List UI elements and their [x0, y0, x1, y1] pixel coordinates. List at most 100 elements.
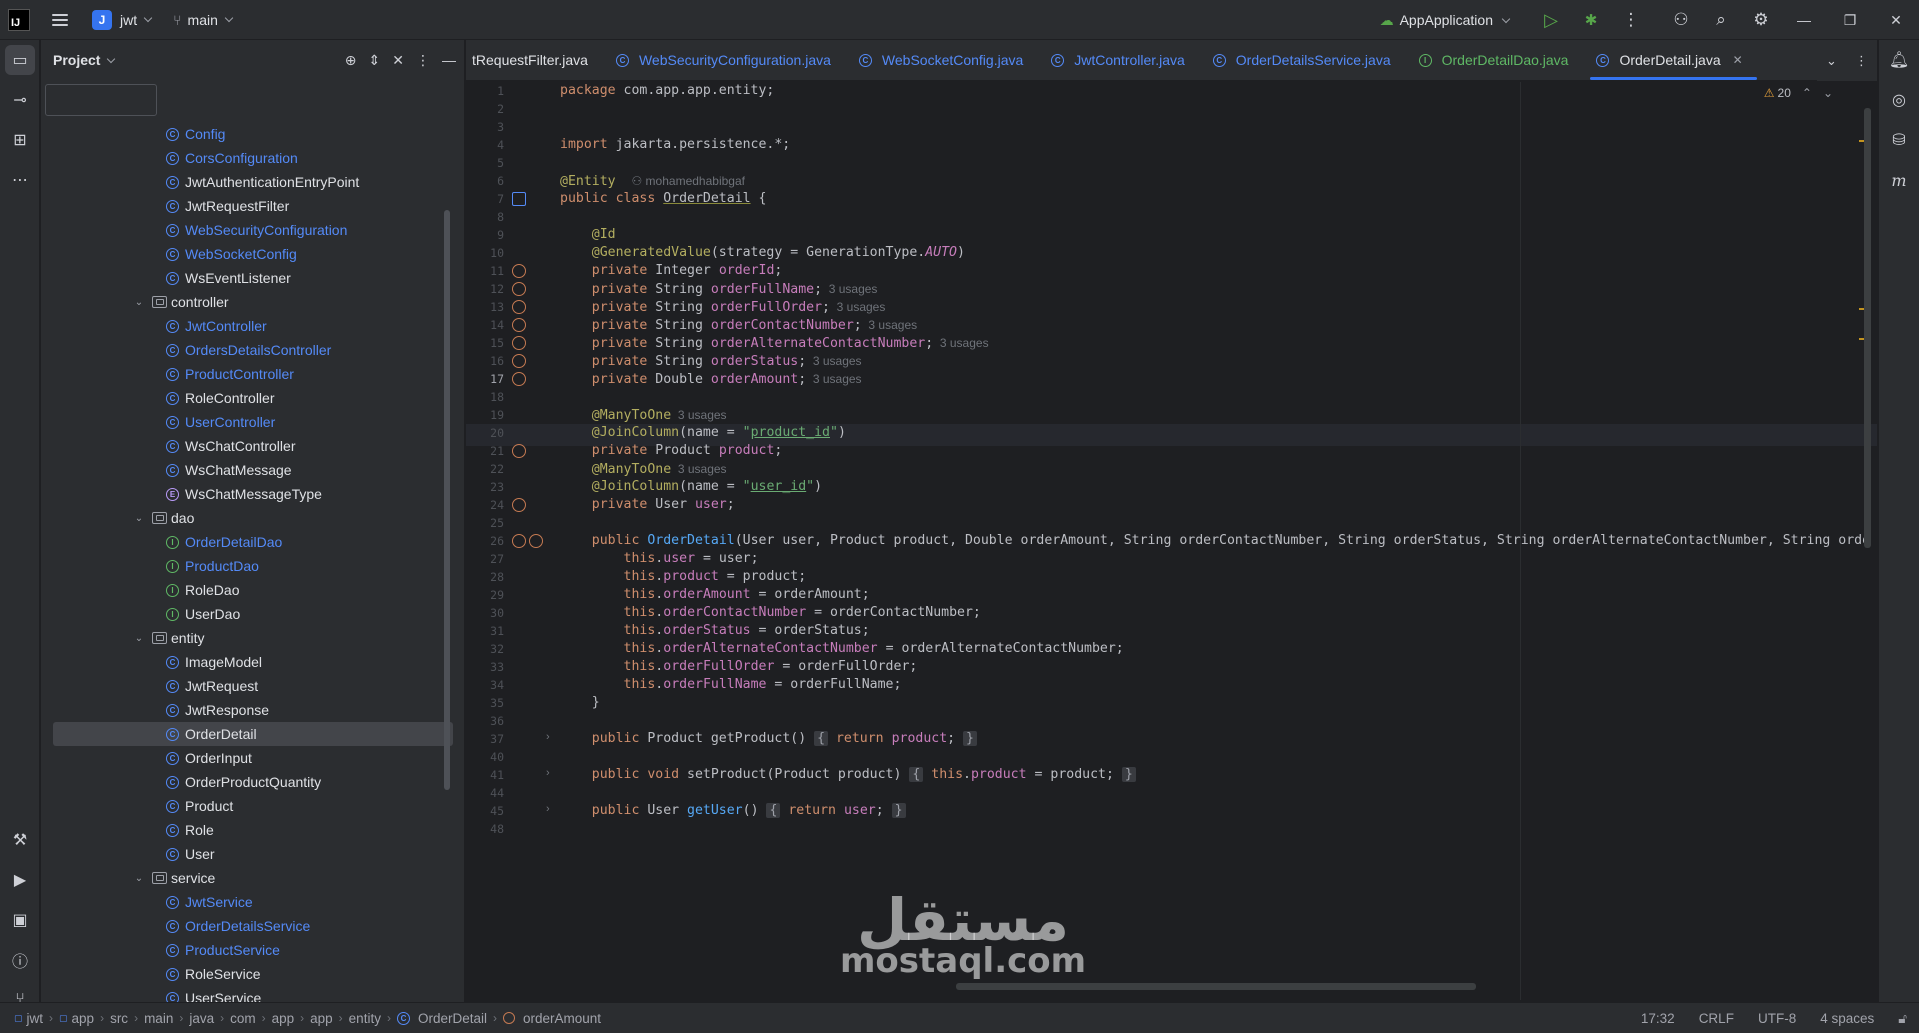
read-only-lock-icon[interactable]: 🔓︎	[1886, 1011, 1919, 1027]
collapse-all-icon[interactable]: ✕	[392, 52, 404, 69]
tree-file[interactable]: C JwtResponse	[41, 698, 465, 722]
persistent-field-icon[interactable]	[512, 354, 526, 368]
caret-position[interactable]: 17:32	[1629, 1011, 1687, 1026]
tab-options-icon[interactable]: ⋮	[1855, 53, 1868, 69]
chevron-down-icon[interactable]: ⌄	[133, 633, 145, 644]
close-window-icon[interactable]: ✕	[1873, 0, 1919, 40]
code-line[interactable]: private Double orderAmount; 3 usages	[560, 368, 862, 390]
tree-file[interactable]: C JwtRequestFilter	[41, 194, 465, 218]
tree-file[interactable]: C OrdersDetailsController	[41, 338, 465, 362]
code-line[interactable]: public Product getProduct() { return pro…	[560, 728, 977, 750]
tree-file[interactable]: C JwtAuthenticationEntryPoint	[41, 170, 465, 194]
relationship-icon[interactable]	[512, 534, 526, 548]
chevron-down-icon[interactable]: ⌄	[133, 297, 145, 308]
editor-tab[interactable]: C OrderDetailsService.java	[1203, 40, 1409, 80]
breadcrumb-item[interactable]: app	[304, 1011, 339, 1026]
editor-tab[interactable]: C WebSecurityConfiguration.java	[606, 40, 849, 80]
tree-file[interactable]: C JwtService	[41, 890, 465, 914]
breadcrumb-item[interactable]: ▢ jwt	[8, 1011, 49, 1026]
tree-folder[interactable]: ⌄ controller	[41, 290, 465, 314]
code-line[interactable]: import jakarta.persistence.*;	[560, 134, 790, 156]
persistent-field-icon[interactable]	[512, 264, 526, 278]
chevron-down-icon[interactable]: ⌄	[133, 513, 145, 524]
persistent-field-icon[interactable]	[512, 372, 526, 386]
tree-file[interactable]: C OrderProductQuantity	[41, 770, 465, 794]
constructor-binding-icon[interactable]	[529, 534, 543, 548]
locate-file-icon[interactable]: ⊕	[345, 52, 357, 69]
more-actions-icon[interactable]: ⋮	[1611, 0, 1651, 40]
tree-file[interactable]: C User	[41, 842, 465, 866]
tree-file[interactable]: C WsChatMessage	[41, 458, 465, 482]
code-line[interactable]: public User getUser() { return user; }	[560, 800, 906, 822]
tree-file[interactable]: C JwtRequest	[41, 674, 465, 698]
breadcrumb-item[interactable]: src	[104, 1011, 134, 1026]
commit-icon[interactable]: ⊸	[0, 80, 40, 120]
breadcrumb-item[interactable]: main	[138, 1011, 179, 1026]
branch-selector[interactable]: main	[188, 12, 234, 28]
line-number[interactable]: 48	[466, 818, 504, 840]
tab-list-chevron-icon[interactable]: ⌄	[1826, 53, 1837, 69]
tree-folder[interactable]: ⌄ entity	[41, 626, 465, 650]
editor-vertical-scrollbar[interactable]	[1864, 108, 1871, 548]
code-line[interactable]: public class OrderDetail {	[560, 188, 766, 210]
tree-file[interactable]: C Product	[41, 794, 465, 818]
tree-file[interactable]: C ProductService	[41, 938, 465, 962]
editor-tab[interactable]: C WebSocketConfig.java	[849, 40, 1041, 80]
persistent-field-icon[interactable]	[512, 282, 526, 296]
tree-file[interactable]: C ProductController	[41, 362, 465, 386]
entity-table-icon[interactable]	[512, 192, 526, 206]
hide-panel-icon[interactable]: —	[442, 52, 456, 68]
tree-file[interactable]: C OrderDetailsService	[41, 914, 465, 938]
editor-horizontal-scrollbar[interactable]	[956, 983, 1476, 990]
tree-file[interactable]: C ImageModel	[41, 650, 465, 674]
tree-file[interactable]: C RoleService	[41, 962, 465, 986]
project-selector[interactable]: jwt	[120, 12, 153, 28]
tree-file[interactable]: C CorsConfiguration	[41, 146, 465, 170]
settings-gear-icon[interactable]: ⚙	[1741, 0, 1781, 40]
chevron-down-icon[interactable]: ⌄	[133, 873, 145, 884]
minimize-window-icon[interactable]: —	[1781, 0, 1827, 40]
search-icon[interactable]: ⌕	[1701, 0, 1741, 40]
editor-tab[interactable]: I OrderDetailDao.java	[1409, 40, 1587, 80]
project-tree-scrollbar[interactable]	[444, 210, 450, 790]
project-folder-icon[interactable]: ▭	[5, 45, 35, 75]
intellij-logo-icon[interactable]: IJ	[8, 8, 30, 31]
tree-file[interactable]: I ProductDao	[41, 554, 465, 578]
editor-tab[interactable]: C OrderDetail.java ✕	[1586, 40, 1760, 80]
tree-file[interactable]: C Config	[41, 122, 465, 146]
persistent-field-icon[interactable]	[512, 300, 526, 314]
database-icon[interactable]: ⛁	[1879, 120, 1919, 160]
tree-file[interactable]: C WebSocketConfig	[41, 242, 465, 266]
indent-setting[interactable]: 4 spaces	[1808, 1011, 1886, 1026]
close-tab-icon[interactable]: ✕	[1733, 53, 1743, 67]
next-highlight-icon[interactable]: ⌄	[1823, 86, 1833, 100]
breadcrumb-item[interactable]: entity	[343, 1011, 387, 1026]
options-icon[interactable]: ⋮	[416, 52, 430, 69]
relationship-icon[interactable]	[512, 444, 526, 458]
fold-expand-icon[interactable]: ›	[546, 803, 550, 815]
code-line[interactable]: private User user;	[560, 494, 735, 516]
tree-file[interactable]: I UserDao	[41, 602, 465, 626]
structure-icon[interactable]: ⊞	[0, 120, 40, 160]
project-badge[interactable]: J	[92, 9, 112, 30]
services-icon[interactable]: ▶	[0, 860, 40, 900]
inspection-widget[interactable]: ⚠ 20 ⌃ ⌄	[1764, 86, 1833, 100]
breadcrumb-item[interactable]: ▢ app	[53, 1011, 100, 1026]
code-line[interactable]: this.orderFullName = orderFullName;	[560, 674, 902, 696]
fold-expand-icon[interactable]: ›	[546, 731, 550, 743]
notifications-bell-icon[interactable]: 🔔︎	[1879, 40, 1919, 80]
problems-icon[interactable]: ⓘ	[0, 940, 40, 980]
tree-file[interactable]: I RoleDao	[41, 578, 465, 602]
editor-tab[interactable]: tRequestFilter.java	[472, 40, 606, 80]
expand-all-icon[interactable]: ⇕	[369, 52, 381, 69]
breadcrumb-item[interactable]: app	[266, 1011, 301, 1026]
tree-file[interactable]: C OrderDetail	[53, 722, 453, 746]
run-configuration-selector[interactable]: ☁ AppApplication	[1380, 12, 1511, 29]
persistent-field-icon[interactable]	[512, 336, 526, 350]
tree-file[interactable]: C RoleController	[41, 386, 465, 410]
breadcrumb-item[interactable]: orderAmount	[497, 1011, 607, 1026]
code-line[interactable]: }	[560, 692, 600, 714]
restore-window-icon[interactable]: ❐	[1827, 0, 1873, 40]
tree-file[interactable]: C JwtController	[41, 314, 465, 338]
debug-icon[interactable]: ✱	[1571, 0, 1611, 40]
